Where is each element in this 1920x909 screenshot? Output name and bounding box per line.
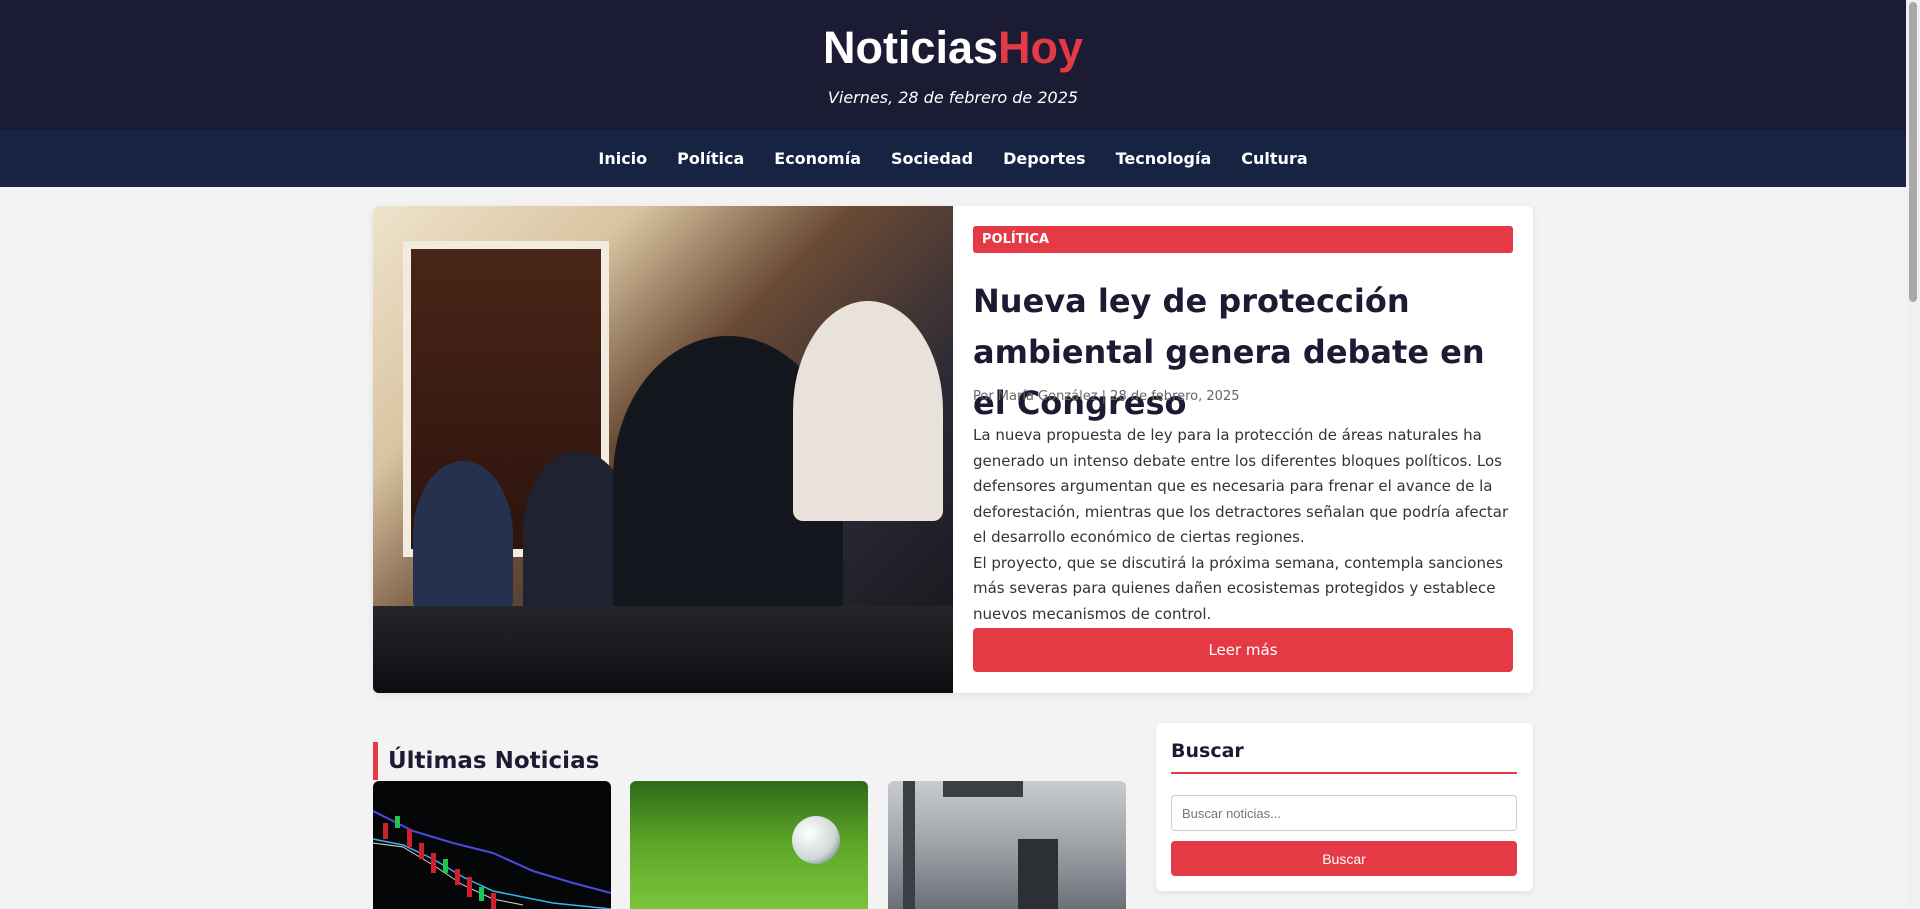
image-person-left — [413, 461, 513, 611]
search-widget: Buscar Buscar — [1156, 723, 1533, 891]
logo-text-noticias: Noticias — [822, 22, 999, 73]
nav-item-politica[interactable]: Política — [677, 149, 744, 168]
featured-image[interactable] — [373, 206, 953, 693]
featured-article: POLÍTICA Nueva ley de protección ambient… — [373, 206, 1533, 693]
featured-title[interactable]: Nueva ley de protección ambiental genera… — [973, 276, 1513, 429]
image-table — [373, 606, 953, 693]
current-date: Viernes, 28 de febrero de 2025 — [827, 88, 1079, 107]
soccer-ball-image — [792, 816, 840, 864]
search-button[interactable]: Buscar — [1171, 841, 1517, 876]
image-person-right — [793, 301, 943, 521]
nav-item-economia[interactable]: Economía — [774, 149, 861, 168]
nav-list: Inicio Política Economía Sociedad Deport… — [0, 130, 1906, 187]
site-logo[interactable]: NoticiasHoy — [0, 22, 1906, 74]
nav-item-sociedad[interactable]: Sociedad — [891, 149, 973, 168]
site-header: NoticiasHoy Viernes, 28 de febrero de 20… — [0, 0, 1906, 130]
read-more-button[interactable]: Leer más — [973, 628, 1513, 672]
featured-paragraph-1: La nueva propuesta de ley para la protec… — [973, 426, 1509, 546]
nav-item-tecnologia[interactable]: Tecnología — [1116, 149, 1212, 168]
featured-content: POLÍTICA Nueva ley de protección ambient… — [973, 206, 1513, 693]
lab-machine-detail — [903, 781, 915, 909]
lab-machine-detail — [1018, 839, 1058, 909]
search-input[interactable] — [1171, 795, 1517, 831]
nav-item-deportes[interactable]: Deportes — [1003, 149, 1086, 168]
featured-paragraph-2: El proyecto, que se discutirá la próxima… — [973, 553, 1504, 623]
main-nav: Inicio Política Economía Sociedad Deport… — [0, 130, 1906, 187]
news-card[interactable] — [888, 781, 1126, 909]
page-scrollbar[interactable] — [1906, 0, 1920, 909]
nav-item-inicio[interactable]: Inicio — [598, 149, 647, 168]
nav-item-cultura[interactable]: Cultura — [1241, 149, 1307, 168]
news-card[interactable] — [373, 781, 611, 909]
latest-news-heading: Últimas Noticias — [373, 742, 599, 781]
featured-meta: Por María González | 28 de febrero, 2025 — [973, 389, 1240, 404]
scrollbar-thumb[interactable] — [1909, 2, 1917, 302]
category-badge[interactable]: POLÍTICA — [973, 226, 1513, 253]
lab-machine-detail — [943, 781, 1023, 797]
logo-text-hoy: Hoy — [998, 22, 1084, 73]
search-widget-title: Buscar — [1171, 740, 1517, 774]
featured-body: La nueva propuesta de ley para la protec… — [973, 423, 1513, 627]
chart-thumbnail — [373, 810, 611, 909]
news-card[interactable] — [630, 781, 868, 909]
